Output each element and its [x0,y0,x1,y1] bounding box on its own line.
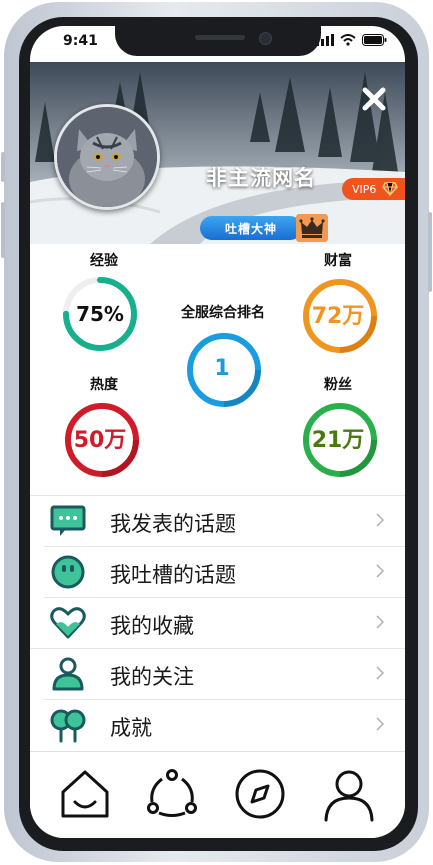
menu-item-label: 我的收藏 [110,614,194,638]
menu-item-achievements[interactable]: 成就 [30,699,405,750]
stat-wealth[interactable]: 72万 [300,276,377,353]
menu-item-my-topics[interactable]: 我发表的话题 [30,495,405,546]
stat-rank[interactable]: 1 [184,330,261,407]
stat-label-rank: 全服综合排名 [181,305,265,321]
menu-item-label: 成就 [110,716,152,740]
vip-level: VIP6 [352,182,377,196]
smiley-face-icon [51,555,85,589]
battery-icon [362,34,387,46]
divider [44,546,405,547]
diamond-icon [382,182,399,196]
chevron-right-icon [376,615,385,629]
status-icons [316,34,387,46]
tab-bar [30,751,405,838]
stat-value-rank: 1 [214,355,230,381]
chevron-right-icon [376,564,385,578]
close-icon[interactable] [361,86,387,112]
menu-item-favorites[interactable]: 我的收藏 [30,597,405,648]
avatar[interactable] [54,104,160,210]
side-button [1,152,5,182]
screen: 9:41 非主流网名 VIP6 吐槽大神 经验 75% 财富 72万 全服综合排… [30,26,405,838]
menu-item-label: 我发表的话题 [110,512,236,536]
title-badge-label: 吐槽大神 [200,216,302,240]
crown-icon [299,217,325,238]
menu-item-label: 我的关注 [110,665,194,689]
heart-icon [50,607,86,639]
chat-bubble-icon [50,505,86,536]
title-badge[interactable]: 吐槽大神 [200,214,330,242]
trees-icon [50,709,86,743]
side-button [428,212,432,292]
cat-avatar-image [57,107,157,207]
username: 非主流网名 [206,166,316,190]
stat-value-fans: 21万 [311,428,365,453]
stat-fans[interactable]: 21万 [300,400,377,477]
home-icon[interactable] [57,766,113,822]
stat-value-heat: 50万 [73,428,127,453]
profile-header: 非主流网名 VIP6 吐槽大神 [30,62,405,244]
divider [30,648,405,649]
notch [115,26,321,56]
vip-badge[interactable]: VIP6 [342,178,405,200]
divider [44,597,405,598]
stat-value-experience: 75% [76,302,124,326]
stat-value-wealth: 72万 [311,304,365,329]
crown-badge [296,214,328,242]
stat-label-fans: 粉丝 [324,377,352,393]
chevron-right-icon [376,717,385,731]
stat-label-experience: 经验 [90,253,118,269]
stat-heat[interactable]: 50万 [62,400,139,477]
user-icon[interactable] [321,766,377,822]
front-camera [259,32,272,45]
status-time: 9:41 [63,33,98,49]
side-button [1,202,5,258]
stat-experience[interactable]: 75% [62,276,138,352]
stat-label-wealth: 财富 [324,253,352,269]
share-icon[interactable] [144,766,200,822]
stat-label-heat: 热度 [90,377,118,393]
wifi-icon [340,34,356,46]
chevron-right-icon [376,513,385,527]
menu-item-my-complaints[interactable]: 我吐槽的话题 [30,546,405,597]
divider [30,495,405,496]
menu-item-label: 我吐槽的话题 [110,563,236,587]
chevron-right-icon [376,666,385,680]
speaker [195,35,245,40]
divider [44,699,405,700]
person-icon [52,657,84,691]
compass-icon[interactable] [232,766,288,822]
menu-item-following[interactable]: 我的关注 [30,648,405,699]
